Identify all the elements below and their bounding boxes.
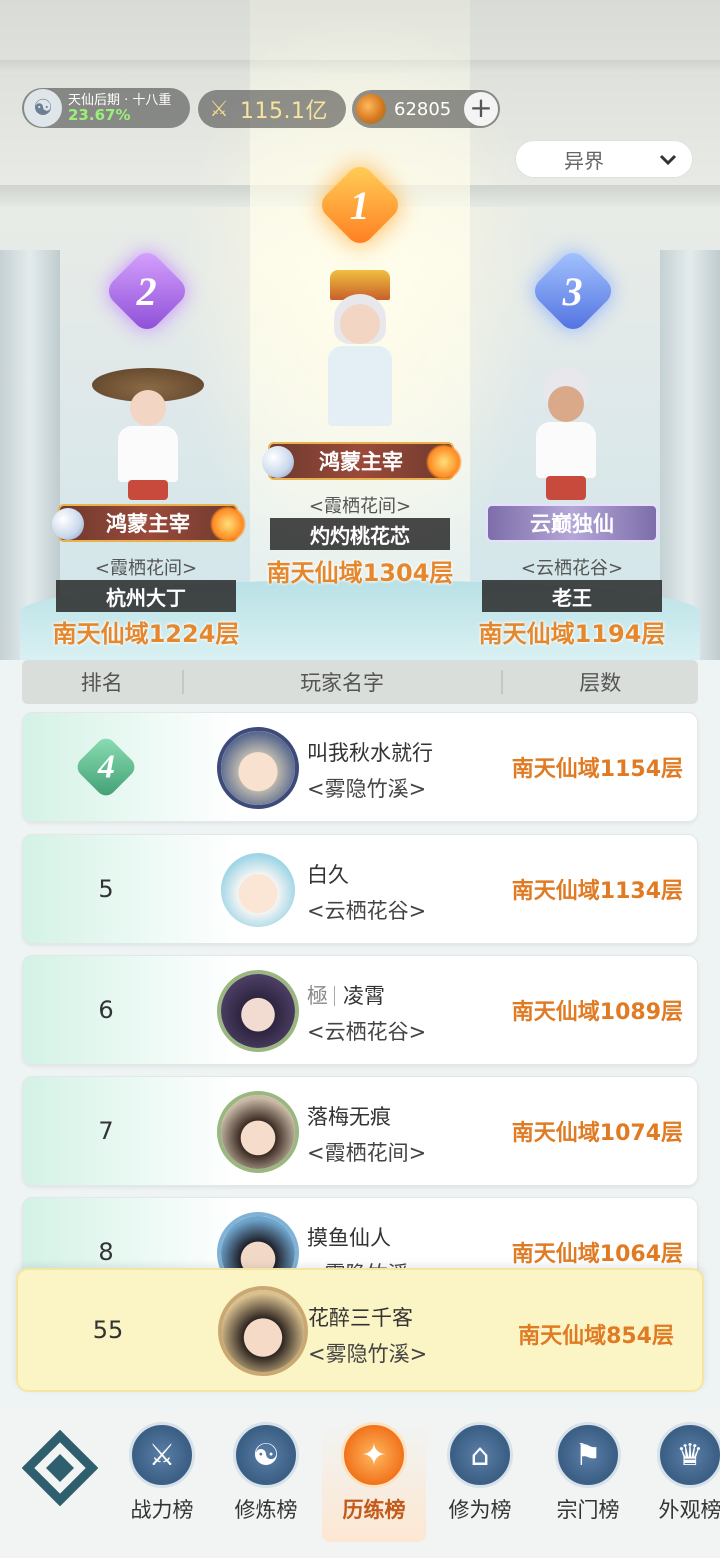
my-player-sect: <雾隐竹溪> [308, 1342, 428, 1366]
player-floor: 南天仙域1074层 [511, 1121, 683, 1146]
ranking-table-header: 排名 玩家名字 层数 [22, 660, 698, 704]
my-player-name: 花醉三千客 [308, 1306, 413, 1330]
orb-icon [52, 508, 84, 540]
rank-2-floor: 南天仙域1224层 [52, 620, 240, 648]
rank-3-title-banner: 云巅独仙 [486, 504, 658, 542]
tab-cultivation[interactable]: ☯ 修炼榜 [214, 1422, 318, 1542]
player-sect: <霞栖花间> [307, 1141, 427, 1165]
character-rank-2[interactable] [88, 368, 208, 518]
player-name: 落梅无痕 [307, 1105, 391, 1129]
realm-progress: 23.67% [68, 106, 131, 124]
tab-combat-power[interactable]: ⚔ 战力榜 [110, 1422, 214, 1542]
my-ranking-row[interactable]: 55 花醉三千客 <雾隐竹溪> 南天仙域854层 [16, 1268, 704, 1392]
rank-1-title-banner: 鸿蒙主宰 [262, 442, 462, 480]
header-rank: 排名 [80, 671, 123, 695]
avatar[interactable] [217, 970, 299, 1052]
rank-1-sect: <霞栖花间> [308, 496, 412, 517]
player-sect: <云栖花谷> [307, 1020, 427, 1044]
combat-power-value: 115.1亿 [240, 99, 328, 124]
flame-icon [210, 506, 246, 542]
player-floor: 南天仙域1134层 [511, 879, 683, 904]
flame-icon [426, 444, 462, 480]
ranking-row-5[interactable]: 5 白久 <云栖花谷> 南天仙域1134层 [22, 834, 698, 944]
spirit-stone-icon [356, 94, 386, 124]
rank-2-sect: <霞栖花间> [94, 558, 198, 579]
rank-2-player-name[interactable]: 杭州大丁 [56, 580, 236, 612]
chevron-down-icon [659, 154, 677, 166]
costume-icon: ♛ [657, 1422, 720, 1488]
player-sect: <云栖花谷> [307, 899, 427, 923]
rank-4-badge: 4 [73, 734, 139, 800]
player-name: 白久 [307, 863, 349, 887]
player-name: 極凌霄 [307, 984, 385, 1008]
my-rank: 55 [92, 1316, 124, 1344]
header-floor: 层数 [579, 671, 622, 695]
crossed-swords-icon: ⚔ [129, 1422, 195, 1488]
realm-dropdown[interactable]: 异界 [515, 140, 693, 178]
tab-sect[interactable]: ⚑ 宗门榜 [536, 1422, 640, 1542]
crossed-swords-icon: ⚔ [209, 96, 229, 122]
tab-label: 宗门榜 [556, 1498, 620, 1522]
my-player-floor: 南天仙域854层 [518, 1324, 674, 1349]
player-floor: 南天仙域1089层 [511, 1000, 683, 1025]
ranking-row-4[interactable]: 4 叫我秋水就行 <雾隐竹溪> 南天仙域1154层 [22, 712, 698, 822]
tab-label: 修炼榜 [234, 1498, 298, 1522]
player-sect: <雾隐竹溪> [307, 777, 427, 801]
tab-trials[interactable]: ✦ 历练榜 [322, 1422, 426, 1542]
spirit-stone-value: 62805 [394, 98, 452, 120]
tab-label: 修为榜 [448, 1498, 512, 1522]
character-rank-3[interactable] [506, 368, 626, 518]
yin-yang-icon: ☯ [233, 1422, 299, 1488]
combat-power-pill: ⚔ 115.1亿 [198, 90, 346, 128]
rank-3-floor: 南天仙域1194层 [478, 620, 666, 648]
realm-dropdown-label: 异界 [564, 148, 604, 173]
header-player-name: 玩家名字 [300, 671, 385, 695]
banner-icon: ⚑ [555, 1422, 621, 1488]
tab-appearance[interactable]: ♛ 外观榜 [638, 1422, 720, 1542]
tab-label: 战力榜 [130, 1498, 194, 1522]
add-currency-button[interactable]: + [464, 92, 498, 126]
bottom-tab-bar: ⚔ 战力榜 ☯ 修炼榜 ✦ 历练榜 ⌂ 修为榜 ⚑ 宗门榜 ♛ 外观榜 [0, 1410, 720, 1558]
player-floor: 南天仙域1064层 [511, 1242, 683, 1267]
orb-icon [262, 446, 294, 478]
avatar[interactable] [217, 849, 299, 931]
rank-1-badge: 1 [315, 160, 405, 250]
avatar[interactable] [217, 1091, 299, 1173]
row-rank: 7 [98, 1117, 114, 1145]
row-rank: 6 [98, 996, 114, 1024]
row-rank: 4 [23, 713, 189, 821]
star-burst-icon: ✦ [341, 1422, 407, 1488]
spirit-stone-pill: 62805 + [352, 90, 500, 128]
player-name: 叫我秋水就行 [307, 741, 433, 765]
avatar[interactable] [217, 727, 299, 809]
player-floor: 南天仙域1154层 [511, 757, 683, 782]
cultivation-realm-pill[interactable]: ☯ 天仙后期 · 十八重 23.67% [22, 88, 190, 128]
rank-3-badge: 3 [528, 246, 618, 336]
ranking-row-7[interactable]: 7 落梅无痕 <霞栖花间> 南天仙域1074层 [22, 1076, 698, 1186]
rank-2-badge: 2 [102, 246, 192, 336]
rank-2-title-banner: 鸿蒙主宰 [52, 504, 246, 542]
tab-attainment[interactable]: ⌂ 修为榜 [428, 1422, 532, 1542]
player-name: 摸鱼仙人 [307, 1226, 391, 1250]
menu-diamond-icon[interactable] [22, 1430, 98, 1506]
rank-3-player-name[interactable]: 老王 [482, 580, 662, 612]
immortal-avatar-icon: ☯ [24, 89, 62, 127]
rank-1-floor: 南天仙域1304层 [266, 559, 454, 587]
ranking-row-6[interactable]: 6 極凌霄 <云栖花谷> 南天仙域1089层 [22, 955, 698, 1065]
character-rank-1[interactable] [300, 270, 420, 450]
tab-label: 历练榜 [342, 1498, 406, 1522]
title-prefix: 極 [307, 984, 328, 1008]
row-rank: 5 [98, 875, 114, 903]
rank-1-player-name[interactable]: 灼灼桃花芯 [270, 518, 450, 550]
rank-3-sect: <云栖花谷> [520, 558, 624, 579]
hat-icon: ⌂ [447, 1422, 513, 1488]
tab-label: 外观榜 [658, 1498, 720, 1522]
my-avatar[interactable] [218, 1286, 308, 1376]
